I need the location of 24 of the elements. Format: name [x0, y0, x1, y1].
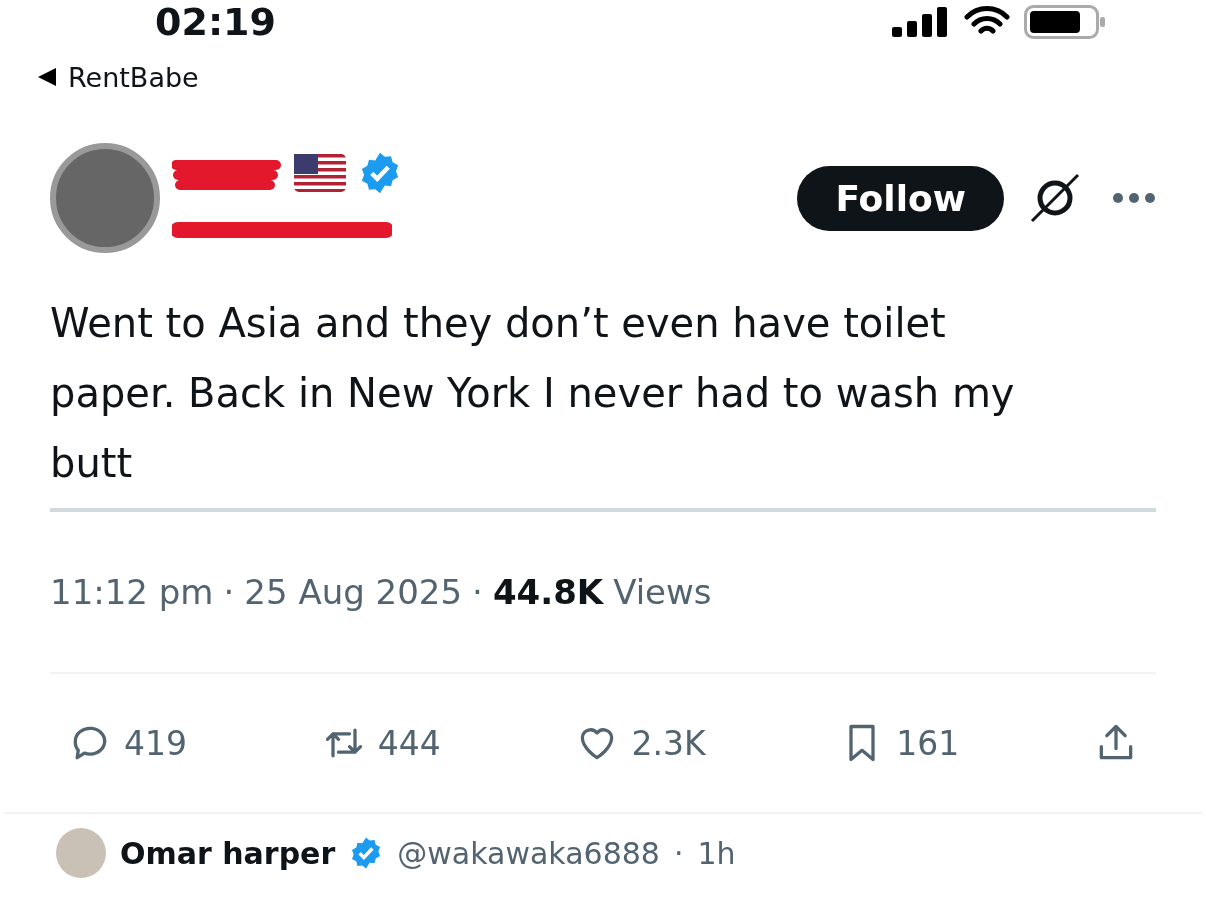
like-action[interactable]: 2.3K — [575, 721, 706, 765]
separator-dot: · — [673, 835, 684, 871]
follow-button[interactable]: Follow — [797, 165, 1004, 231]
views-count: 44.8K — [492, 572, 604, 612]
repost-action[interactable]: 444 — [321, 721, 441, 765]
battery-icon — [1024, 5, 1106, 39]
tweet-text: Went to Asia and they don’t even have toilet paper. Back in New York I never had to wash my butt — [50, 299, 1016, 488]
flag-icon — [294, 154, 346, 192]
signal-icon — [892, 7, 950, 37]
reply-time: 1h — [697, 835, 736, 871]
back-link[interactable]: RentBabe — [68, 61, 199, 93]
separator-dot: · — [223, 572, 235, 612]
views-label: Views — [613, 572, 712, 612]
slashed-circle-icon[interactable] — [1028, 171, 1082, 225]
reply-handle: @wakawaka6888 — [397, 835, 660, 871]
reply-author-name: Omar harper — [120, 835, 336, 871]
post-date: 25 Aug 2025 — [244, 572, 463, 612]
post-time: 11:12 pm — [50, 572, 214, 612]
status-time: 02:19 — [155, 2, 276, 42]
bookmark-action[interactable]: 161 — [840, 721, 960, 765]
reply-action[interactable]: 419 — [68, 721, 187, 765]
back-triangle-icon[interactable] — [36, 66, 58, 88]
separator-dot: · — [472, 572, 483, 612]
more-icon[interactable] — [1112, 192, 1156, 204]
